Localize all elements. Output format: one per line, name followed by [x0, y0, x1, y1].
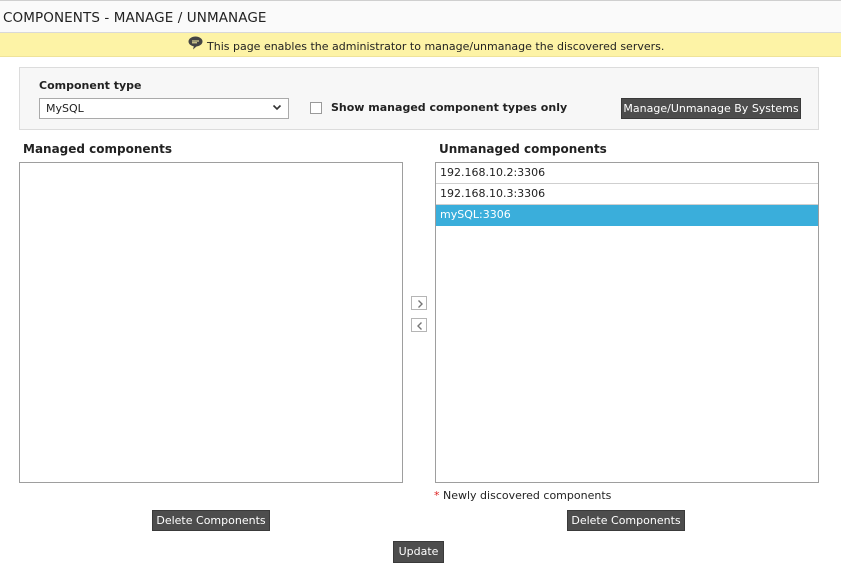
- note-asterisk: *: [434, 489, 440, 502]
- unmanaged-components-title: Unmanaged components: [439, 142, 607, 156]
- list-item[interactable]: 192.168.10.3:3306: [436, 184, 818, 205]
- component-type-value: MySQL: [46, 102, 84, 115]
- managed-components-list[interactable]: [19, 162, 403, 483]
- managed-components-title: Managed components: [23, 142, 172, 156]
- delete-managed-components-button[interactable]: Delete Components: [152, 510, 270, 531]
- filter-panel: Component type MySQL Show managed compon…: [19, 67, 819, 130]
- manage-by-systems-button[interactable]: Manage/Unmanage By Systems: [621, 98, 801, 119]
- chevron-down-icon: [272, 104, 282, 111]
- unmanaged-components-list[interactable]: 192.168.10.2:3306 192.168.10.3:3306 mySQ…: [435, 162, 819, 483]
- list-item-selected[interactable]: mySQL:3306: [436, 205, 818, 226]
- newly-discovered-note: * Newly discovered components: [434, 489, 611, 502]
- page-header: COMPONENTS - MANAGE / UNMANAGE: [0, 0, 841, 33]
- info-text: This page enables the administrator to m…: [207, 40, 665, 53]
- list-item[interactable]: 192.168.10.2:3306: [436, 163, 818, 184]
- chevron-left-icon: [417, 322, 422, 330]
- move-to-unmanaged-button[interactable]: [411, 318, 427, 332]
- speech-bubble-icon: [188, 36, 203, 50]
- component-type-select[interactable]: MySQL: [39, 98, 289, 119]
- update-button[interactable]: Update: [393, 541, 444, 563]
- delete-unmanaged-components-button[interactable]: Delete Components: [567, 510, 685, 531]
- note-text: Newly discovered components: [443, 489, 612, 502]
- move-to-managed-button[interactable]: [411, 296, 427, 310]
- show-managed-option: Show managed component types only: [310, 101, 567, 114]
- chevron-right-icon: [418, 300, 423, 308]
- info-banner: This page enables the administrator to m…: [0, 33, 841, 57]
- page-title: COMPONENTS - MANAGE / UNMANAGE: [3, 10, 267, 26]
- show-managed-label: Show managed component types only: [331, 101, 568, 114]
- show-managed-checkbox[interactable]: [310, 101, 322, 114]
- component-type-label: Component type: [39, 79, 142, 92]
